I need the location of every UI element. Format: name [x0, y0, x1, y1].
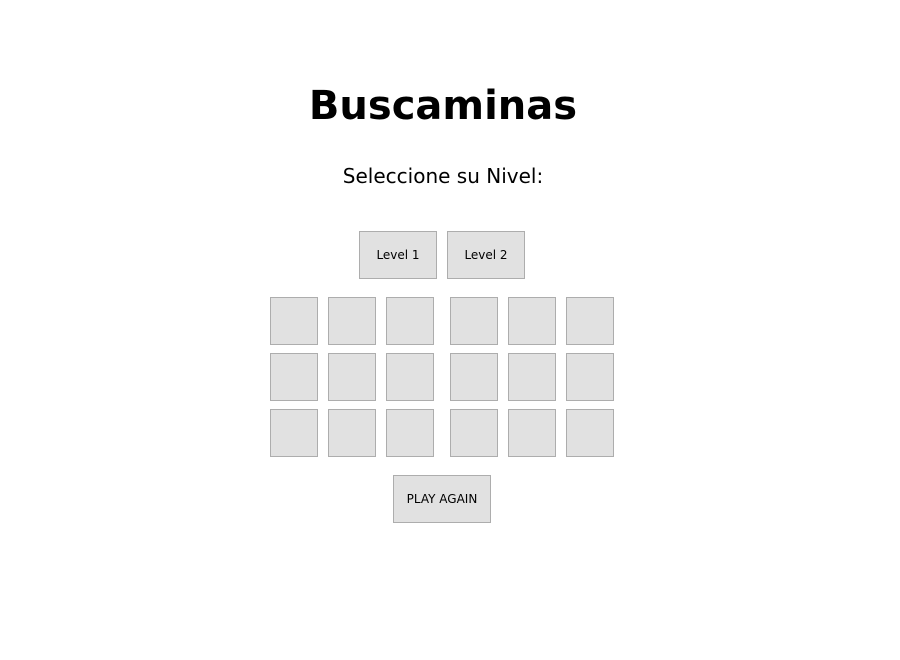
board-right-cell-r1c2[interactable] [508, 297, 556, 345]
board-right-cell-r2c3[interactable] [566, 353, 614, 401]
board-right-cell-r3c2[interactable] [508, 409, 556, 457]
board-left-cell-r1c2[interactable] [328, 297, 376, 345]
board-right-cell-r1c1[interactable] [450, 297, 498, 345]
board-left-cell-r2c1[interactable] [270, 353, 318, 401]
board-left [270, 297, 434, 457]
page-title: Buscaminas [308, 83, 578, 129]
board-right-cell-r3c1[interactable] [450, 409, 498, 457]
board-right [450, 297, 614, 457]
board-right-cell-r2c1[interactable] [450, 353, 498, 401]
board-left-cell-r1c3[interactable] [386, 297, 434, 345]
board-left-cell-r2c3[interactable] [386, 353, 434, 401]
level-1-button[interactable]: Level 1 [359, 231, 437, 279]
board-right-cell-r1c3[interactable] [566, 297, 614, 345]
level-2-button[interactable]: Level 2 [447, 231, 525, 279]
level-prompt: Seleccione su Nivel: [342, 164, 544, 188]
play-again-button[interactable]: PLAY AGAIN [393, 475, 491, 523]
board-left-cell-r3c3[interactable] [386, 409, 434, 457]
board-right-cell-r3c3[interactable] [566, 409, 614, 457]
board-left-cell-r3c1[interactable] [270, 409, 318, 457]
board-left-cell-r1c1[interactable] [270, 297, 318, 345]
board-right-cell-r2c2[interactable] [508, 353, 556, 401]
board-left-cell-r2c2[interactable] [328, 353, 376, 401]
board-left-cell-r3c2[interactable] [328, 409, 376, 457]
